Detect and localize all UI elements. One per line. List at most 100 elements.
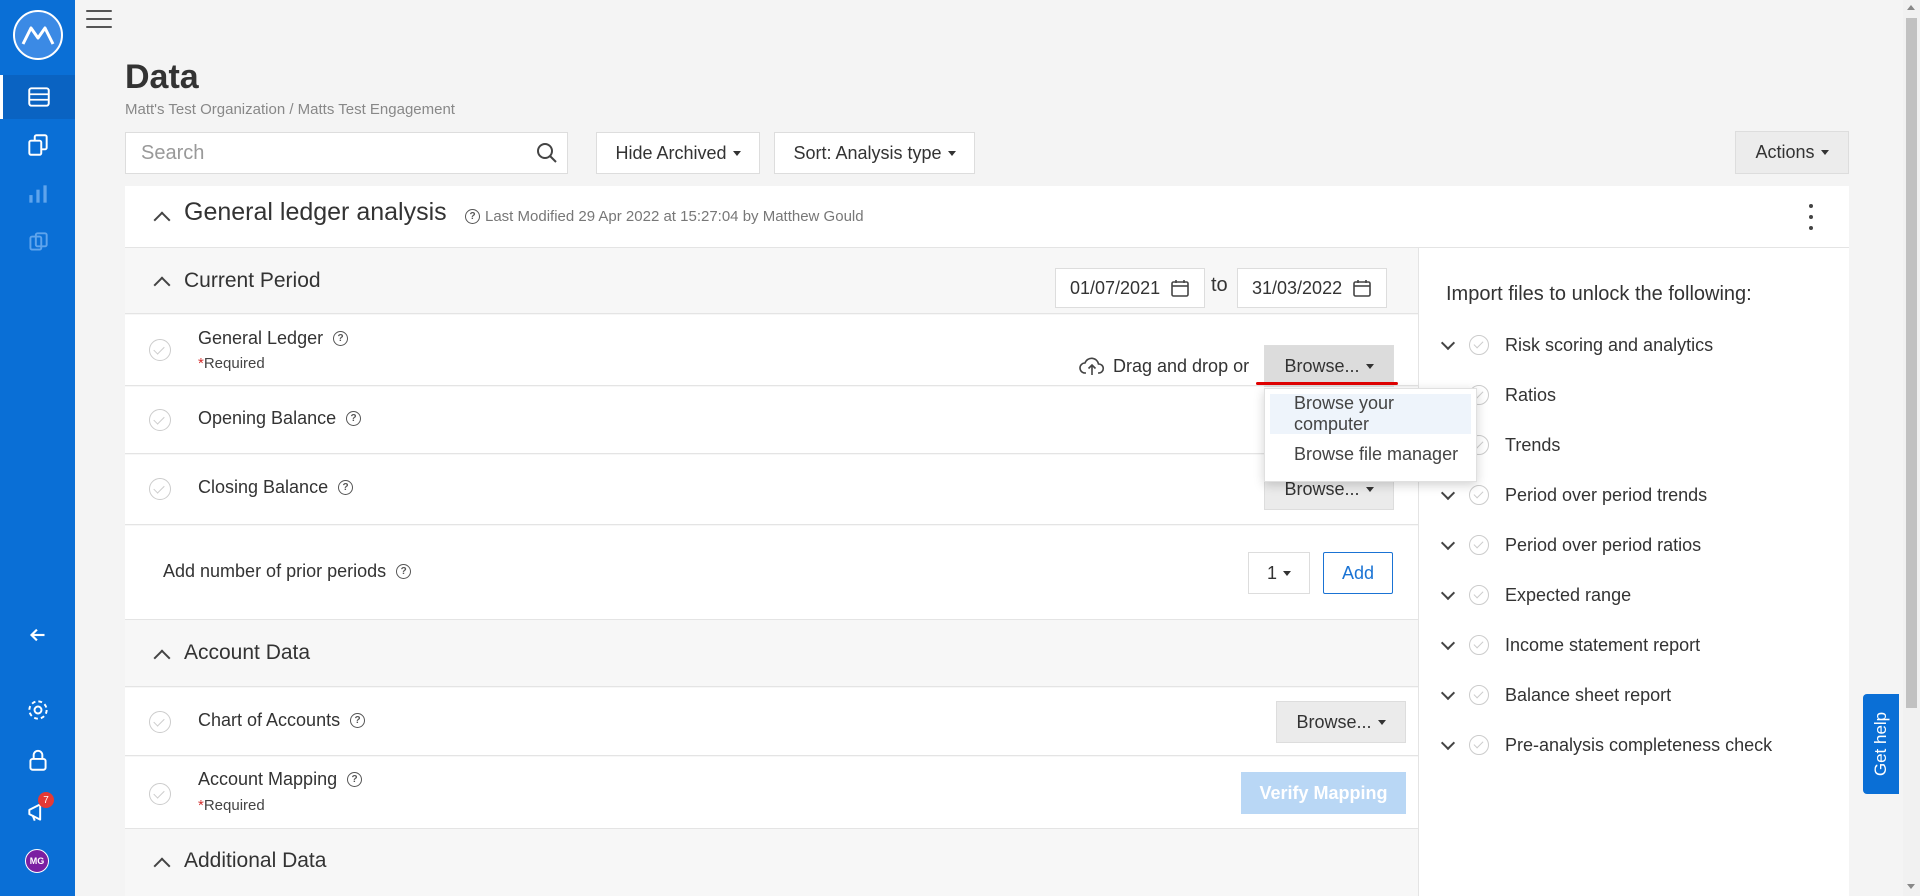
prior-periods-value: 1 [1266, 562, 1277, 583]
general-ledger-browse-button[interactable]: Browse... [1264, 345, 1394, 387]
chevron-down-icon [1440, 735, 1456, 751]
breadcrumb: Matt's Test Organization / Matts Test En… [125, 101, 455, 118]
prior-periods-text: Add number of prior periods [163, 561, 387, 581]
required-text: Required [203, 355, 265, 372]
gear-icon [27, 700, 48, 720]
sort-label: Sort: Analysis type [793, 142, 942, 163]
chart-of-accounts-label: Chart of Accounts ? [198, 710, 366, 731]
status-check-icon [1469, 535, 1489, 555]
lock-icon [28, 749, 47, 771]
menu-icon[interactable] [86, 8, 112, 30]
closing-balance-text: Closing Balance [198, 477, 329, 497]
unlock-item[interactable]: Risk scoring and analytics [1440, 330, 1713, 360]
chart-of-accounts-browse-button[interactable]: Browse... [1276, 701, 1406, 743]
browse-file-manager-option[interactable]: Browse file manager [1270, 434, 1471, 474]
help-icon[interactable]: ? [347, 772, 363, 787]
chevron-down-icon [1440, 535, 1456, 551]
hide-archived-dropdown[interactable]: Hide Archived [596, 132, 760, 174]
account-data-title: Account Data [184, 641, 311, 664]
status-check-icon [1469, 735, 1489, 755]
status-check-icon [1469, 635, 1489, 655]
chevron-down-icon [1440, 635, 1456, 651]
prior-periods-row: Add number of prior periods ? 1 Add [125, 526, 1418, 620]
highlight-underline [1256, 382, 1398, 385]
date-separator: to [1211, 274, 1228, 296]
help-icon[interactable]: ? [396, 564, 412, 579]
additional-data-header: Additional Data [125, 830, 1418, 896]
last-modified: ? Last Modified 29 Apr 2022 at 15:27:04 … [465, 208, 864, 225]
closing-balance-label: Closing Balance ? [198, 477, 354, 498]
sidebar-item-security[interactable] [0, 738, 75, 782]
current-period-header: Current Period 01/07/2021 to 31/03/2022 [125, 248, 1418, 314]
drag-drop-area[interactable]: Drag and drop or [1079, 355, 1249, 377]
collapse-additional-data-icon[interactable] [153, 857, 171, 875]
scrollbar-thumb[interactable] [1906, 18, 1917, 708]
status-check-icon [1469, 485, 1489, 505]
caret-down-icon [1820, 150, 1829, 155]
browse-label: Browse... [1284, 355, 1360, 376]
get-help-tab[interactable]: Get help [1863, 694, 1899, 794]
collapse-account-data-icon[interactable] [153, 649, 171, 667]
get-help-label: Get help [1871, 711, 1891, 777]
browse-computer-option[interactable]: Browse your computer [1270, 393, 1471, 434]
collapse-analysis-icon[interactable] [153, 211, 171, 229]
status-check-icon [1469, 585, 1489, 605]
app-logo[interactable] [13, 10, 63, 60]
sort-dropdown[interactable]: Sort: Analysis type [774, 132, 975, 174]
start-date-input[interactable]: 01/07/2021 [1055, 268, 1205, 308]
status-check-icon [149, 711, 171, 733]
verify-mapping-button[interactable]: Verify Mapping [1241, 772, 1406, 814]
browse-dropdown-menu: Browse your computer Browse file manager [1264, 388, 1477, 482]
current-period-title: Current Period [184, 269, 321, 292]
caret-down-icon [1365, 363, 1374, 369]
unlock-item-label: Expected range [1505, 584, 1632, 605]
chevron-down-icon [1440, 685, 1456, 701]
sidebar-item-reports[interactable] [0, 220, 75, 264]
opening-balance-text: Opening Balance [198, 408, 337, 428]
chevron-down-icon [1440, 335, 1456, 351]
caret-down-icon [1283, 570, 1291, 576]
more-options-icon[interactable] [1806, 204, 1816, 230]
caret-down-icon [947, 150, 956, 156]
help-icon[interactable]: ? [465, 209, 480, 224]
unlock-item-label: Pre-analysis completeness check [1505, 734, 1773, 755]
sidebar-item-documents[interactable] [0, 123, 75, 167]
add-prior-period-button[interactable]: Add [1323, 552, 1393, 594]
caret-down-icon [1377, 719, 1386, 725]
chart-of-accounts-row: Chart of Accounts ? Browse... [125, 688, 1418, 756]
sidebar-item-analytics[interactable] [0, 172, 75, 216]
calendar-icon [1353, 280, 1371, 297]
report-icon [28, 232, 48, 251]
collapse-current-period-icon[interactable] [153, 276, 171, 294]
unlock-item[interactable]: Expected range [1440, 580, 1632, 610]
required-note: *Required [198, 797, 265, 814]
arrow-left-icon [29, 628, 44, 642]
prior-periods-label: Add number of prior periods ? [163, 561, 412, 582]
unlock-item[interactable]: Period over period ratios [1440, 530, 1702, 560]
page-scrollbar[interactable] [1903, 0, 1920, 896]
unlock-item-label: Income statement report [1505, 634, 1701, 655]
prior-periods-select[interactable]: 1 [1248, 552, 1310, 594]
help-icon[interactable]: ? [350, 713, 366, 728]
help-icon[interactable]: ? [333, 331, 349, 346]
unlock-item[interactable]: Period over period trends [1440, 480, 1708, 510]
unlock-item[interactable]: Balance sheet report [1440, 680, 1671, 710]
avatar[interactable]: MG [25, 849, 49, 873]
collapse-sidebar-button[interactable] [0, 613, 75, 657]
unlock-item[interactable]: Income statement report [1440, 630, 1701, 660]
unlock-item[interactable]: Pre-analysis completeness check [1440, 730, 1773, 760]
help-icon[interactable]: ? [338, 480, 354, 495]
help-icon[interactable]: ? [346, 411, 362, 426]
unlock-item-label: Period over period ratios [1505, 534, 1702, 555]
unlock-item-label: Period over period trends [1505, 484, 1708, 505]
sidebar-item-data[interactable] [0, 75, 75, 119]
last-modified-text: Last Modified 29 Apr 2022 at 15:27:04 by… [485, 208, 864, 225]
scroll-up-icon[interactable] [1907, 5, 1915, 10]
end-date-input[interactable]: 31/03/2022 [1237, 268, 1387, 308]
chevron-down-icon [1440, 585, 1456, 601]
actions-dropdown[interactable]: Actions [1735, 131, 1849, 174]
scroll-down-icon[interactable] [1907, 884, 1915, 889]
sidebar-item-settings[interactable] [0, 688, 75, 732]
search-input[interactable] [126, 133, 527, 173]
search-icon[interactable] [527, 133, 567, 173]
